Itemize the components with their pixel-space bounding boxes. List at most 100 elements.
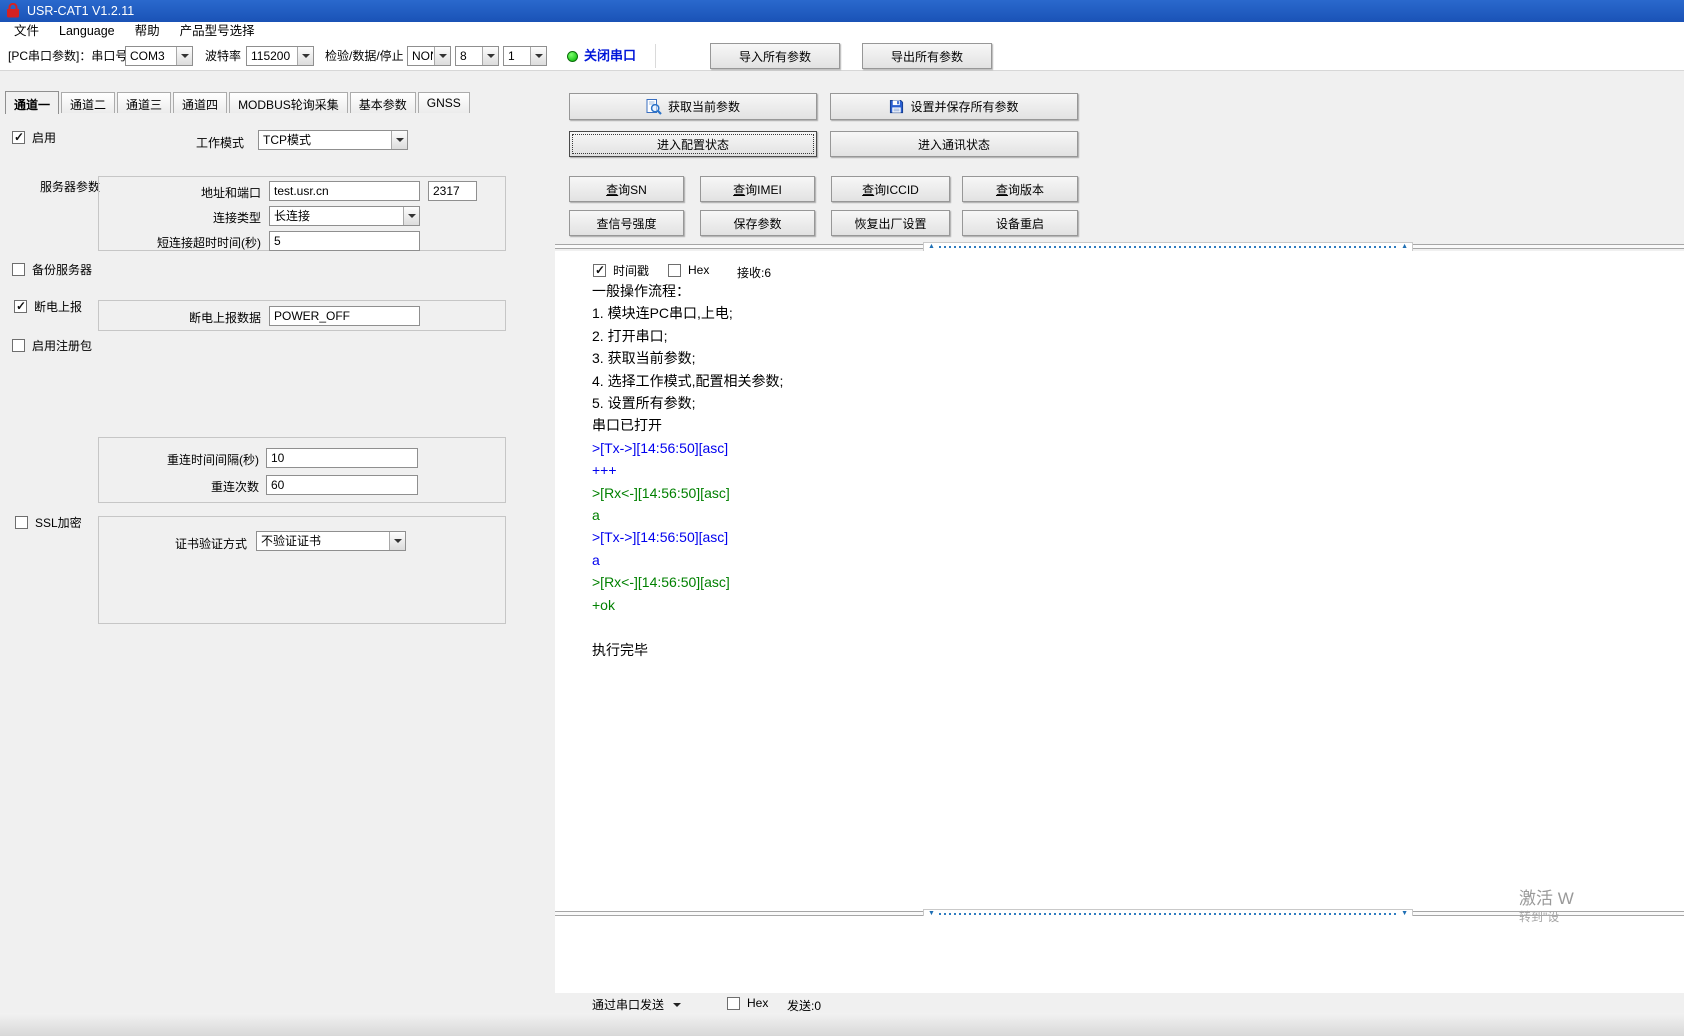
- search-document-icon: [646, 99, 662, 115]
- tab-MODBUS轮询采集[interactable]: MODBUS轮询采集: [229, 92, 348, 113]
- send-hex-row[interactable]: Hex: [727, 996, 768, 1010]
- import-params-button[interactable]: 导入所有参数: [710, 43, 840, 69]
- port-open-indicator-icon: [567, 51, 578, 62]
- log-line: [592, 616, 1622, 638]
- enter-config-state-button[interactable]: 进入配置状态: [569, 131, 817, 157]
- log-text: 一般操作流程：1. 模块连PC串口,上电;2. 打开串口;3. 获取当前参数;4…: [592, 280, 1622, 661]
- databits-select[interactable]: 8: [455, 46, 499, 66]
- tab-GNSS[interactable]: GNSS: [418, 92, 470, 113]
- collapse-arrow-icon[interactable]: ▲: [928, 243, 935, 251]
- reconnect-times-input[interactable]: [266, 475, 418, 495]
- close-port-button[interactable]: 关闭串口: [584, 41, 636, 71]
- query-iccid-button[interactable]: 查询ICCID: [831, 176, 950, 202]
- menu-item-产品型号选择[interactable]: 产品型号选择: [170, 22, 265, 41]
- tab-通道四[interactable]: 通道四: [173, 92, 227, 113]
- baud-label: 波特率: [205, 41, 241, 71]
- chevron-down-icon[interactable]: [391, 131, 407, 149]
- stopbits-select[interactable]: 1: [503, 46, 547, 66]
- query-signal-button[interactable]: 查信号强度: [569, 210, 684, 236]
- factory-reset-button[interactable]: 恢复出厂设置: [831, 210, 950, 236]
- chevron-down-icon[interactable]: [434, 47, 450, 65]
- ssl-label: SSL加密: [35, 514, 82, 531]
- power-report-row[interactable]: 断电上报: [14, 299, 82, 313]
- reconnect-interval-input[interactable]: [266, 448, 418, 468]
- save-params-button[interactable]: 保存参数: [700, 210, 815, 236]
- log-line: 一般操作流程：: [592, 280, 1622, 302]
- log-line: >[Tx->][14:56:50][asc]: [592, 526, 1622, 548]
- timestamp-row[interactable]: 时间戳: [593, 263, 649, 277]
- log-line: a: [592, 549, 1622, 571]
- cert-verify-select[interactable]: 不验证证书: [256, 531, 406, 551]
- short-timeout-label: 短连接超时时间(秒): [99, 234, 261, 251]
- chevron-down-icon[interactable]: [176, 47, 192, 65]
- activate-windows-watermark-line1: 激活 W: [1519, 884, 1574, 909]
- send-hex-checkbox[interactable]: [727, 997, 740, 1010]
- work-mode-select[interactable]: TCP模式: [258, 130, 408, 150]
- enable-label: 启用: [32, 129, 56, 146]
- send-input-area[interactable]: [555, 916, 1684, 993]
- log-line: 执行完毕: [592, 639, 1622, 661]
- reg-packet-row[interactable]: 启用注册包: [12, 338, 92, 352]
- query-imei-button[interactable]: 查询IMEI: [700, 176, 815, 202]
- query-sn-button[interactable]: 查询SN: [569, 176, 684, 202]
- cert-verify-label: 证书验证方式: [99, 535, 247, 552]
- tab-通道一[interactable]: 通道一: [5, 91, 59, 114]
- ssl-row[interactable]: SSL加密: [15, 515, 82, 529]
- toolbar-separator: [655, 44, 656, 68]
- timestamp-checkbox[interactable]: [593, 264, 606, 277]
- power-report-label: 断电上报: [34, 298, 82, 315]
- backup-server-checkbox[interactable]: [12, 263, 25, 276]
- short-timeout-input[interactable]: [269, 231, 420, 251]
- enable-checkbox[interactable]: [12, 131, 25, 144]
- log-line: >[Tx->][14:56:50][asc]: [592, 437, 1622, 459]
- server-address-input[interactable]: [269, 181, 420, 201]
- send-hex-label: Hex: [747, 996, 768, 1010]
- get-params-button[interactable]: 获取当前参数: [569, 93, 817, 120]
- conn-type-select[interactable]: 长连接: [269, 206, 420, 226]
- enter-comm-state-button[interactable]: 进入通讯状态: [830, 131, 1078, 157]
- server-port-input[interactable]: [428, 181, 477, 201]
- log-line: 3. 获取当前参数;: [592, 347, 1622, 369]
- log-line: +++: [592, 459, 1622, 481]
- chevron-down-icon[interactable]: [482, 47, 498, 65]
- conn-type-label: 连接类型: [99, 209, 261, 226]
- recv-hex-checkbox[interactable]: [668, 264, 681, 277]
- menu-item-文件[interactable]: 文件: [4, 22, 49, 41]
- floppy-disk-icon: [889, 99, 904, 114]
- power-report-checkbox[interactable]: [14, 300, 27, 313]
- export-params-button[interactable]: 导出所有参数: [862, 43, 992, 69]
- log-line: 5. 设置所有参数;: [592, 392, 1622, 414]
- recv-hex-row[interactable]: Hex: [668, 263, 709, 277]
- server-params-group: 地址和端口 连接类型 长连接 短连接超时时间(秒): [98, 176, 506, 251]
- enable-checkbox-row[interactable]: 启用: [12, 130, 56, 144]
- chevron-down-icon[interactable]: [389, 532, 405, 550]
- reconnect-times-label: 重连次数: [99, 478, 259, 495]
- com-port-select[interactable]: COM3: [125, 46, 193, 66]
- title-bar[interactable]: USR-CAT1 V1.2.11: [0, 0, 1684, 22]
- power-data-input[interactable]: [269, 306, 420, 326]
- send-via-serial-dropdown[interactable]: 通过串口发送: [592, 996, 681, 1013]
- chevron-down-icon: [673, 1003, 681, 1011]
- recv-count: 接收:6: [737, 264, 771, 281]
- device-restart-button[interactable]: 设备重启: [962, 210, 1078, 236]
- backup-server-row[interactable]: 备份服务器: [12, 262, 92, 276]
- baud-select[interactable]: 115200: [246, 46, 314, 66]
- parity-select[interactable]: NONI: [407, 46, 451, 66]
- tab-通道二[interactable]: 通道二: [61, 92, 115, 113]
- log-line: 4. 选择工作模式,配置相关参数;: [592, 370, 1622, 392]
- tab-通道三[interactable]: 通道三: [117, 92, 171, 113]
- menu-item-帮助[interactable]: 帮助: [125, 22, 170, 41]
- timestamp-label: 时间戳: [613, 262, 649, 279]
- set-save-all-button[interactable]: 设置并保存所有参数: [830, 93, 1078, 120]
- log-splitter[interactable]: ▲ ▲: [555, 244, 1684, 249]
- collapse-arrow-icon[interactable]: ▲: [1401, 243, 1408, 251]
- menu-item-Language[interactable]: Language: [49, 22, 125, 41]
- chevron-down-icon[interactable]: [530, 47, 546, 65]
- reg-packet-checkbox[interactable]: [12, 339, 25, 352]
- chevron-down-icon[interactable]: [297, 47, 313, 65]
- tab-基本参数[interactable]: 基本参数: [350, 92, 416, 113]
- chevron-down-icon[interactable]: [403, 207, 419, 225]
- ssl-checkbox[interactable]: [15, 516, 28, 529]
- query-version-button[interactable]: 查询版本: [962, 176, 1078, 202]
- power-report-group: 断电上报数据: [98, 300, 506, 331]
